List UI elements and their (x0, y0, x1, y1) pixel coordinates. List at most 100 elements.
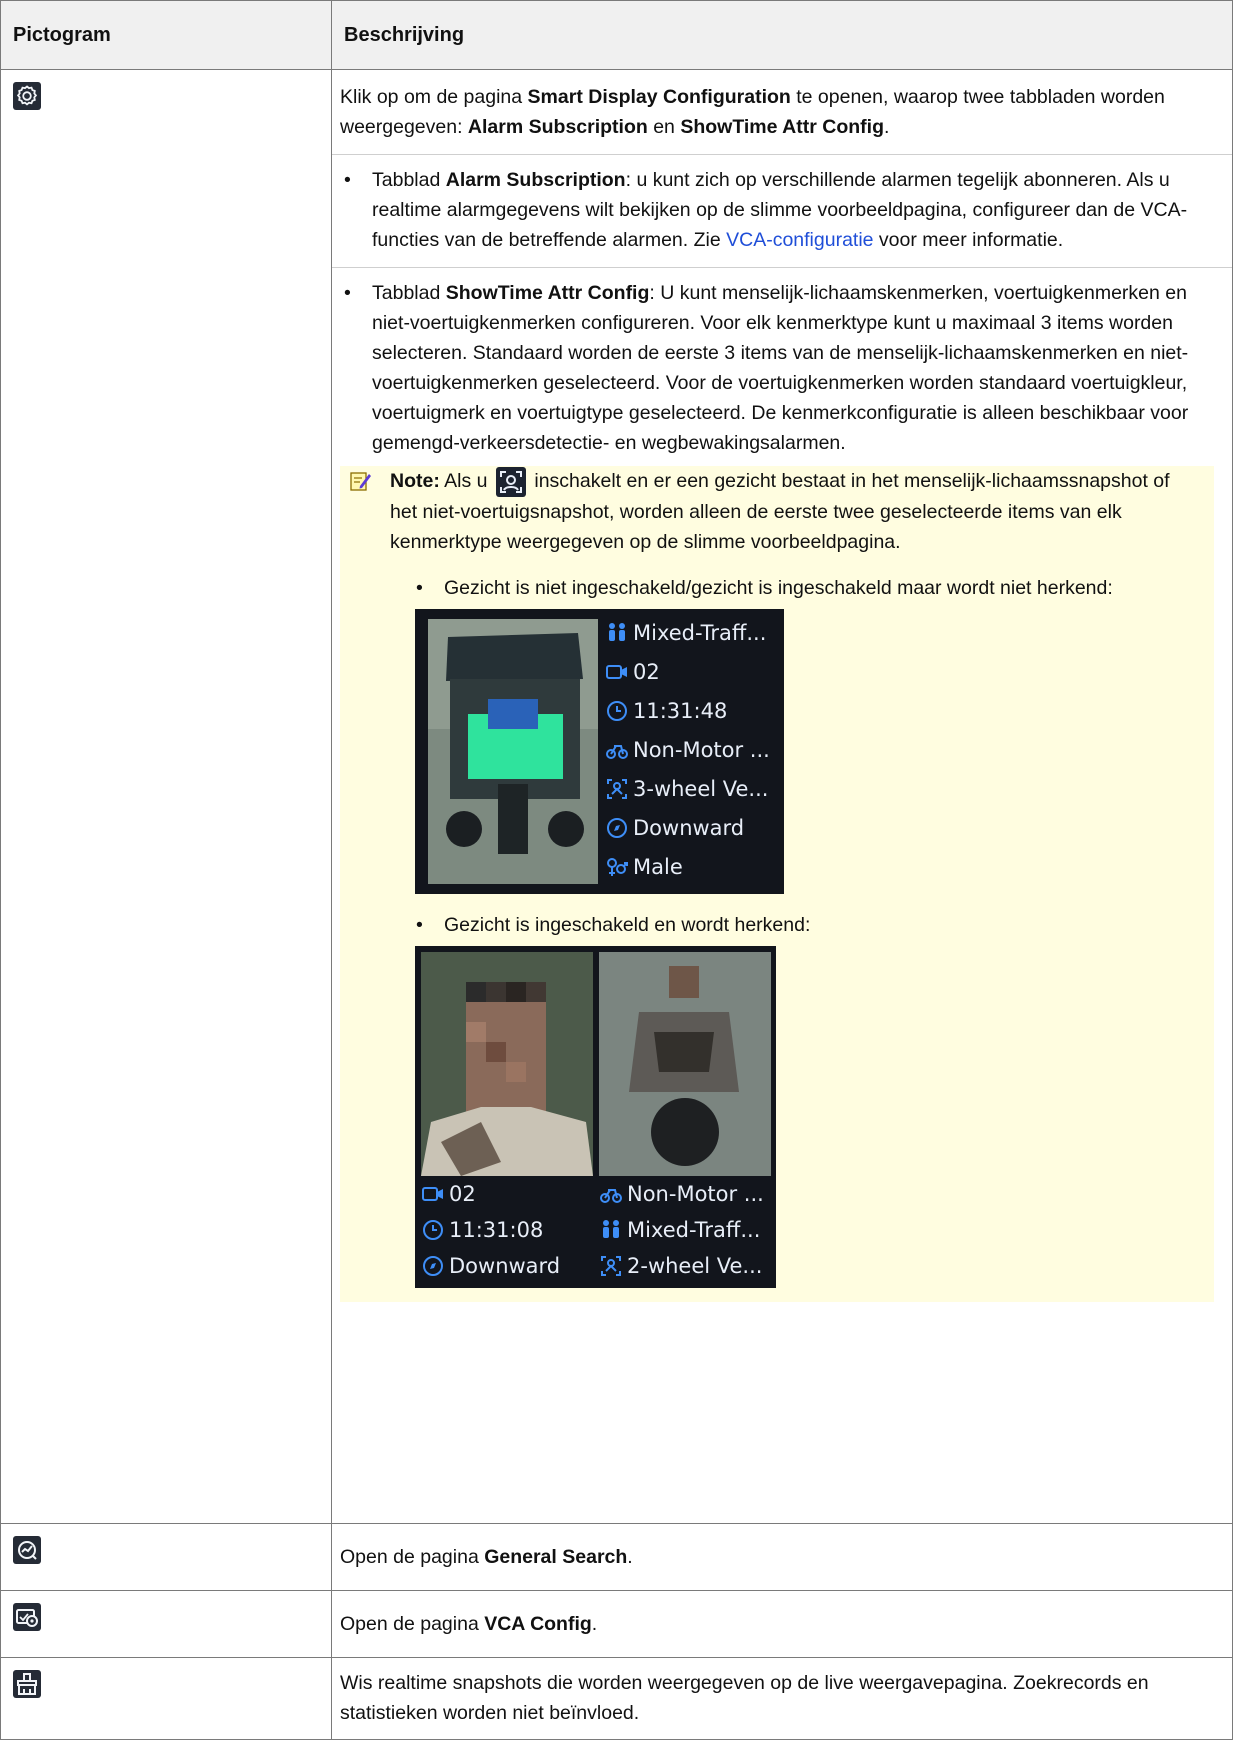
vehicle-type-icon (607, 779, 627, 800)
bullet1-bold: Alarm Subscription (445, 169, 626, 191)
bicycle-icon (606, 745, 628, 760)
table-header-row: Pictogram Beschrijving (0, 0, 1233, 70)
sub1-text: Gezicht is niet ingeschakeld/gezicht is … (444, 576, 1113, 599)
gear-icon[interactable] (13, 82, 41, 110)
attr-label: Mixed-Traff... (633, 621, 767, 646)
table-row: Wis realtime snapshots die worden weerge… (0, 1657, 1233, 1740)
note-sub-bullet-1: • Gezicht is niet ingeschakeld/gezicht i… (376, 573, 1196, 603)
attr-vehicle: 3-wheel Ve... (605, 770, 781, 809)
intro-paragraph: Klik op om de pagina Smart Display Confi… (332, 70, 1232, 154)
mixed-traffic-icon (609, 623, 625, 642)
vca-config-icon[interactable] (13, 1603, 41, 1631)
attr-time: 11:31:48 (605, 692, 781, 731)
bullet-dot: • (416, 913, 423, 936)
compass-icon (607, 818, 627, 839)
attr-gender: Male (605, 848, 781, 887)
note-label: Note: (390, 470, 440, 492)
vca-config-label: VCA Config (484, 1613, 592, 1635)
search-chart-icon[interactable] (13, 1536, 41, 1564)
document-page: { "table": { "headers": ["Pictogram", "B… (0, 0, 1233, 1740)
intro-text-4: . (883, 116, 890, 138)
attr-type: Non-Motor ... (605, 731, 781, 770)
note-box: Note: Als u inschakelt en er een gezicht… (340, 466, 1214, 1302)
vca-configuratie-link[interactable]: VCA-configuratie (726, 229, 873, 251)
row3-text-2: . (591, 1613, 598, 1635)
clock-icon (423, 1219, 443, 1240)
attr-direction: Downward (605, 809, 781, 848)
row2-text-2: . (627, 1546, 633, 1568)
bicycle-icon (600, 1188, 622, 1203)
bullet-alarm-subscription: • Tabblad Alarm Subscription: u kunt zic… (332, 154, 1232, 267)
attr-type: Non-Motor ... (599, 1176, 774, 1212)
note-text-1: Als u (439, 470, 493, 492)
intro-bold-1: Smart Display Configuration (527, 86, 791, 108)
row4-text: Wis realtime snapshots die worden weerge… (340, 1672, 1149, 1724)
compass-icon (423, 1255, 443, 1276)
table-row: Open de pagina General Search. (0, 1523, 1233, 1591)
attr-channel: 02 (421, 1176, 596, 1212)
attr-label: 02 (449, 1181, 476, 1206)
icon-cell (0, 1657, 332, 1740)
attr-vehicle: 2-wheel Ve... (599, 1248, 774, 1284)
intro-text-3: en (647, 116, 681, 138)
bullet2-text-2: : U kunt menselijk-lichaamskenmerken, vo… (372, 282, 1189, 454)
attribute-list: Mixed-Traff... 02 11:31:48 Non-Motor ...… (605, 614, 781, 887)
icon-cell (0, 69, 332, 1524)
row3-text-1: Open de pagina (340, 1613, 485, 1635)
icon-description-table: Pictogram Beschrijving Klik op om de pag… (0, 0, 1233, 1740)
header-pictogram: Pictogram (0, 0, 332, 70)
face-recognition-icon (495, 466, 526, 497)
attr-label: Male (633, 855, 683, 880)
bullet1-text-3: voor meer informatie. (873, 229, 1064, 251)
bullet1-text-1: Tabblad (372, 169, 446, 191)
attribute-list-right: Non-Motor ... Mixed-Traff... 2-wheel Ve.… (599, 1176, 774, 1284)
attr-time: 11:31:08 (421, 1212, 596, 1248)
camera-channel-icon (422, 1186, 443, 1201)
bullet2-bold: ShowTime Attr Config (445, 282, 650, 304)
icon-cell (0, 1590, 332, 1658)
screenshot-no-face: Mixed-Traff... 02 11:31:48 Non-Motor ...… (415, 608, 784, 894)
clear-icon[interactable] (13, 1670, 41, 1698)
attr-label: Downward (633, 816, 745, 841)
intro-text-1: Klik op om de pagina (340, 86, 528, 108)
bullet2-text-1: Tabblad (372, 282, 446, 304)
bullet-dot: • (416, 576, 423, 599)
bullet-showtime-attr: • Tabblad ShowTime Attr Config: U kunt m… (332, 267, 1232, 1302)
attr-label: 3-wheel Ve... (633, 777, 769, 802)
description-cell: Open de pagina General Search. (331, 1523, 1233, 1591)
note-sub-bullet-2: • Gezicht is ingeschakeld en wordt herke… (376, 910, 1196, 940)
screenshot-with-face: 02 11:31:08 Downward Non-Motor ... Mixed… (415, 945, 776, 1288)
description-cell: Wis realtime snapshots die worden weerge… (331, 1657, 1233, 1740)
description-cell: Klik op om de pagina Smart Display Confi… (331, 69, 1233, 1524)
row2-text-1: Open de pagina (340, 1546, 485, 1568)
attr-scene: Mixed-Traff... (605, 614, 781, 653)
clock-icon (607, 701, 627, 722)
bullet-dot: • (344, 169, 351, 191)
table-row: Open de pagina VCA Config. (0, 1590, 1233, 1658)
table-row: Klik op om de pagina Smart Display Confi… (0, 69, 1233, 1524)
note-icon (350, 472, 371, 491)
description-cell: Open de pagina VCA Config. (331, 1590, 1233, 1658)
gender-icon (607, 858, 628, 877)
bullet-dot: • (344, 282, 351, 304)
attr-label: 02 (633, 660, 660, 685)
attribute-list-left: 02 11:31:08 Downward (421, 1176, 596, 1284)
header-beschrijving: Beschrijving (331, 0, 1233, 70)
attr-direction: Downward (421, 1248, 596, 1284)
attr-label: Mixed-Traff... (627, 1217, 761, 1242)
attr-label: 2-wheel Ve... (627, 1253, 763, 1278)
attr-label: Downward (449, 1253, 561, 1278)
attr-label: 11:31:48 (633, 699, 728, 724)
attr-label: Non-Motor ... (633, 738, 770, 763)
attr-channel: 02 (605, 653, 781, 692)
sub2-text: Gezicht is ingeschakeld en wordt herkend… (444, 913, 811, 936)
face-snapshot (421, 951, 593, 1176)
attr-scene: Mixed-Traff... (599, 1212, 774, 1248)
attr-label: Non-Motor ... (627, 1181, 764, 1206)
attr-label: 11:31:08 (449, 1217, 544, 1242)
tricycle-snapshot (428, 618, 598, 884)
mixed-traffic-icon (603, 1219, 619, 1238)
icon-cell (0, 1523, 332, 1591)
rider-snapshot (599, 951, 771, 1176)
general-search-label: General Search (484, 1546, 628, 1568)
